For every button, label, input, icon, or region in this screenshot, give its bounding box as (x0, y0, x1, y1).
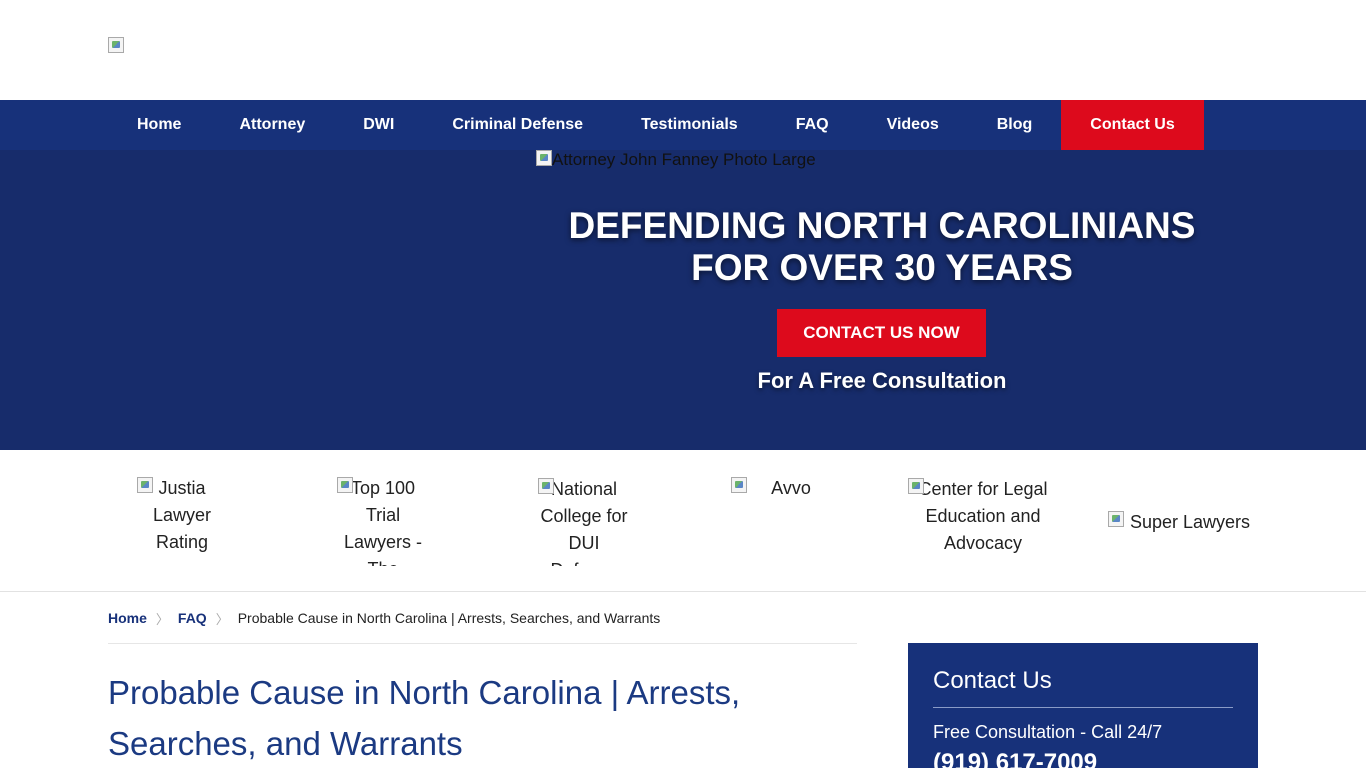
broken-image-icon (137, 477, 153, 493)
hero-banner: Attorney John Fanney Photo Large DEFENDI… (0, 150, 1366, 450)
chevron-right-icon: 〉 (215, 611, 229, 627)
site-header (0, 0, 1366, 100)
award-badges: Justia Lawyer Rating Top 100 Trial Lawye… (0, 450, 1366, 592)
breadcrumb-current: Probable Cause in North Carolina | Arres… (237, 610, 661, 626)
nav-item-testimonials[interactable]: Testimonials (612, 100, 767, 150)
badge-top-100-trial-lawyers[interactable]: Top 100 Trial Lawyers - The (337, 475, 429, 566)
sidebar-subtitle: Free Consultation - Call 24/7 (933, 722, 1163, 742)
attorney-photo: Attorney John Fanney Photo Large (536, 150, 816, 170)
broken-image-icon (538, 478, 554, 494)
breadcrumb-home[interactable]: Home (108, 610, 147, 626)
nav-list: Home Attorney DWI Criminal Defense Testi… (108, 100, 1204, 150)
nav-item-dwi[interactable]: DWI (334, 100, 423, 150)
nav-item-blog[interactable]: Blog (968, 100, 1062, 150)
chevron-right-icon: 〉 (155, 611, 169, 627)
main-nav: Home Attorney DWI Criminal Defense Testi… (0, 100, 1366, 150)
nav-item-criminal-defense[interactable]: Criminal Defense (423, 100, 612, 150)
attorney-photo-alt: Attorney John Fanney Photo Large (552, 150, 816, 169)
hero-title: DEFENDING NORTH CAROLINIANS FOR OVER 30 … (500, 205, 1264, 289)
badge-avvo[interactable]: Avvo (731, 475, 821, 505)
broken-image-icon (731, 477, 747, 493)
hero-title-line-1: DEFENDING NORTH CAROLINIANS (568, 205, 1196, 246)
broken-image-icon (908, 478, 924, 494)
badge-justia[interactable]: Justia Lawyer Rating (137, 475, 227, 559)
phone-link[interactable]: (919) 617-7009 (933, 749, 1233, 768)
nav-item-contact-us[interactable]: Contact Us (1061, 100, 1204, 150)
broken-image-icon (1108, 511, 1124, 527)
badge-clea-alt: Center for Legal Education and Advocacy (918, 479, 1048, 553)
nav-item-videos[interactable]: Videos (858, 100, 968, 150)
nav-item-home[interactable]: Home (108, 100, 210, 150)
hero-title-line-2: FOR OVER 30 YEARS (691, 247, 1073, 288)
contact-us-now-button[interactable]: CONTACT US NOW (777, 309, 986, 357)
site-logo[interactable] (108, 37, 124, 53)
broken-image-icon (536, 150, 552, 166)
badge-national-college-dui[interactable]: National College for DUI Defense (538, 476, 630, 566)
badge-center-legal-education[interactable]: Center for Legal Education and Advocacy (908, 476, 1058, 560)
page-title: Probable Cause in North Carolina | Arres… (108, 674, 741, 762)
nav-item-attorney[interactable]: Attorney (210, 100, 334, 150)
hero-subtitle: For A Free Consultation (757, 368, 1007, 393)
sidebar-title: Contact Us (933, 667, 1233, 708)
broken-image-icon (337, 477, 353, 493)
badge-super-lawyers[interactable]: Super Lawyers (1108, 509, 1258, 539)
contact-sidebar: Contact Us Free Consultation - Call 24/7… (908, 643, 1258, 768)
nav-item-faq[interactable]: FAQ (767, 100, 858, 150)
breadcrumb: Home 〉 FAQ 〉 Probable Cause in North Car… (108, 593, 857, 644)
badge-super-lawyers-alt: Super Lawyers (1129, 512, 1251, 532)
breadcrumb-faq[interactable]: FAQ (178, 610, 207, 626)
